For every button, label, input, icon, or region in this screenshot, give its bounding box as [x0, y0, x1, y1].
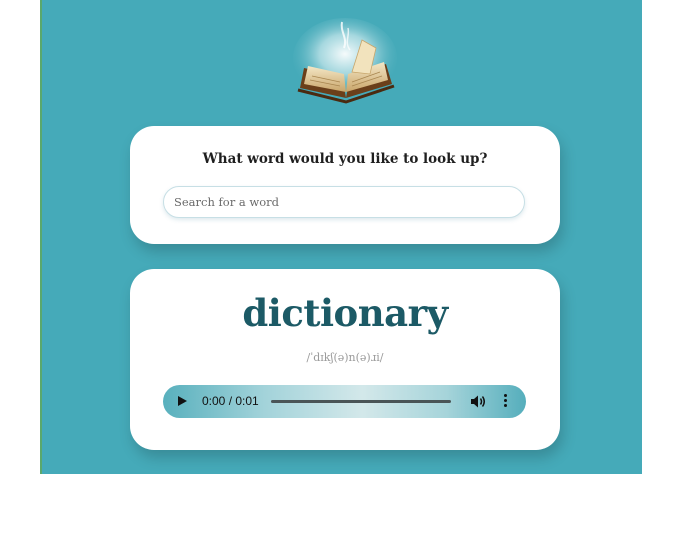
result-card: dictionary /ˈdɪkʃ(ə)n(ə)ɹi/ 0:00 / 0:01: [130, 269, 560, 450]
more-options-icon[interactable]: [503, 394, 507, 409]
word-title: dictionary: [242, 291, 448, 335]
app-container: What word would you like to look up? dic…: [40, 0, 642, 474]
search-prompt: What word would you like to look up?: [202, 151, 488, 167]
audio-progress-track[interactable]: [271, 400, 451, 403]
search-input[interactable]: [163, 186, 525, 218]
open-book-logo: [293, 18, 397, 104]
audio-player[interactable]: 0:00 / 0:01: [163, 385, 526, 418]
play-icon[interactable]: [178, 396, 187, 406]
phonetic-text: /ˈdɪkʃ(ə)n(ə)ɹi/: [306, 351, 384, 364]
search-card: What word would you like to look up?: [130, 126, 560, 244]
audio-time: 0:00 / 0:01: [202, 394, 259, 408]
volume-icon[interactable]: [470, 394, 486, 409]
